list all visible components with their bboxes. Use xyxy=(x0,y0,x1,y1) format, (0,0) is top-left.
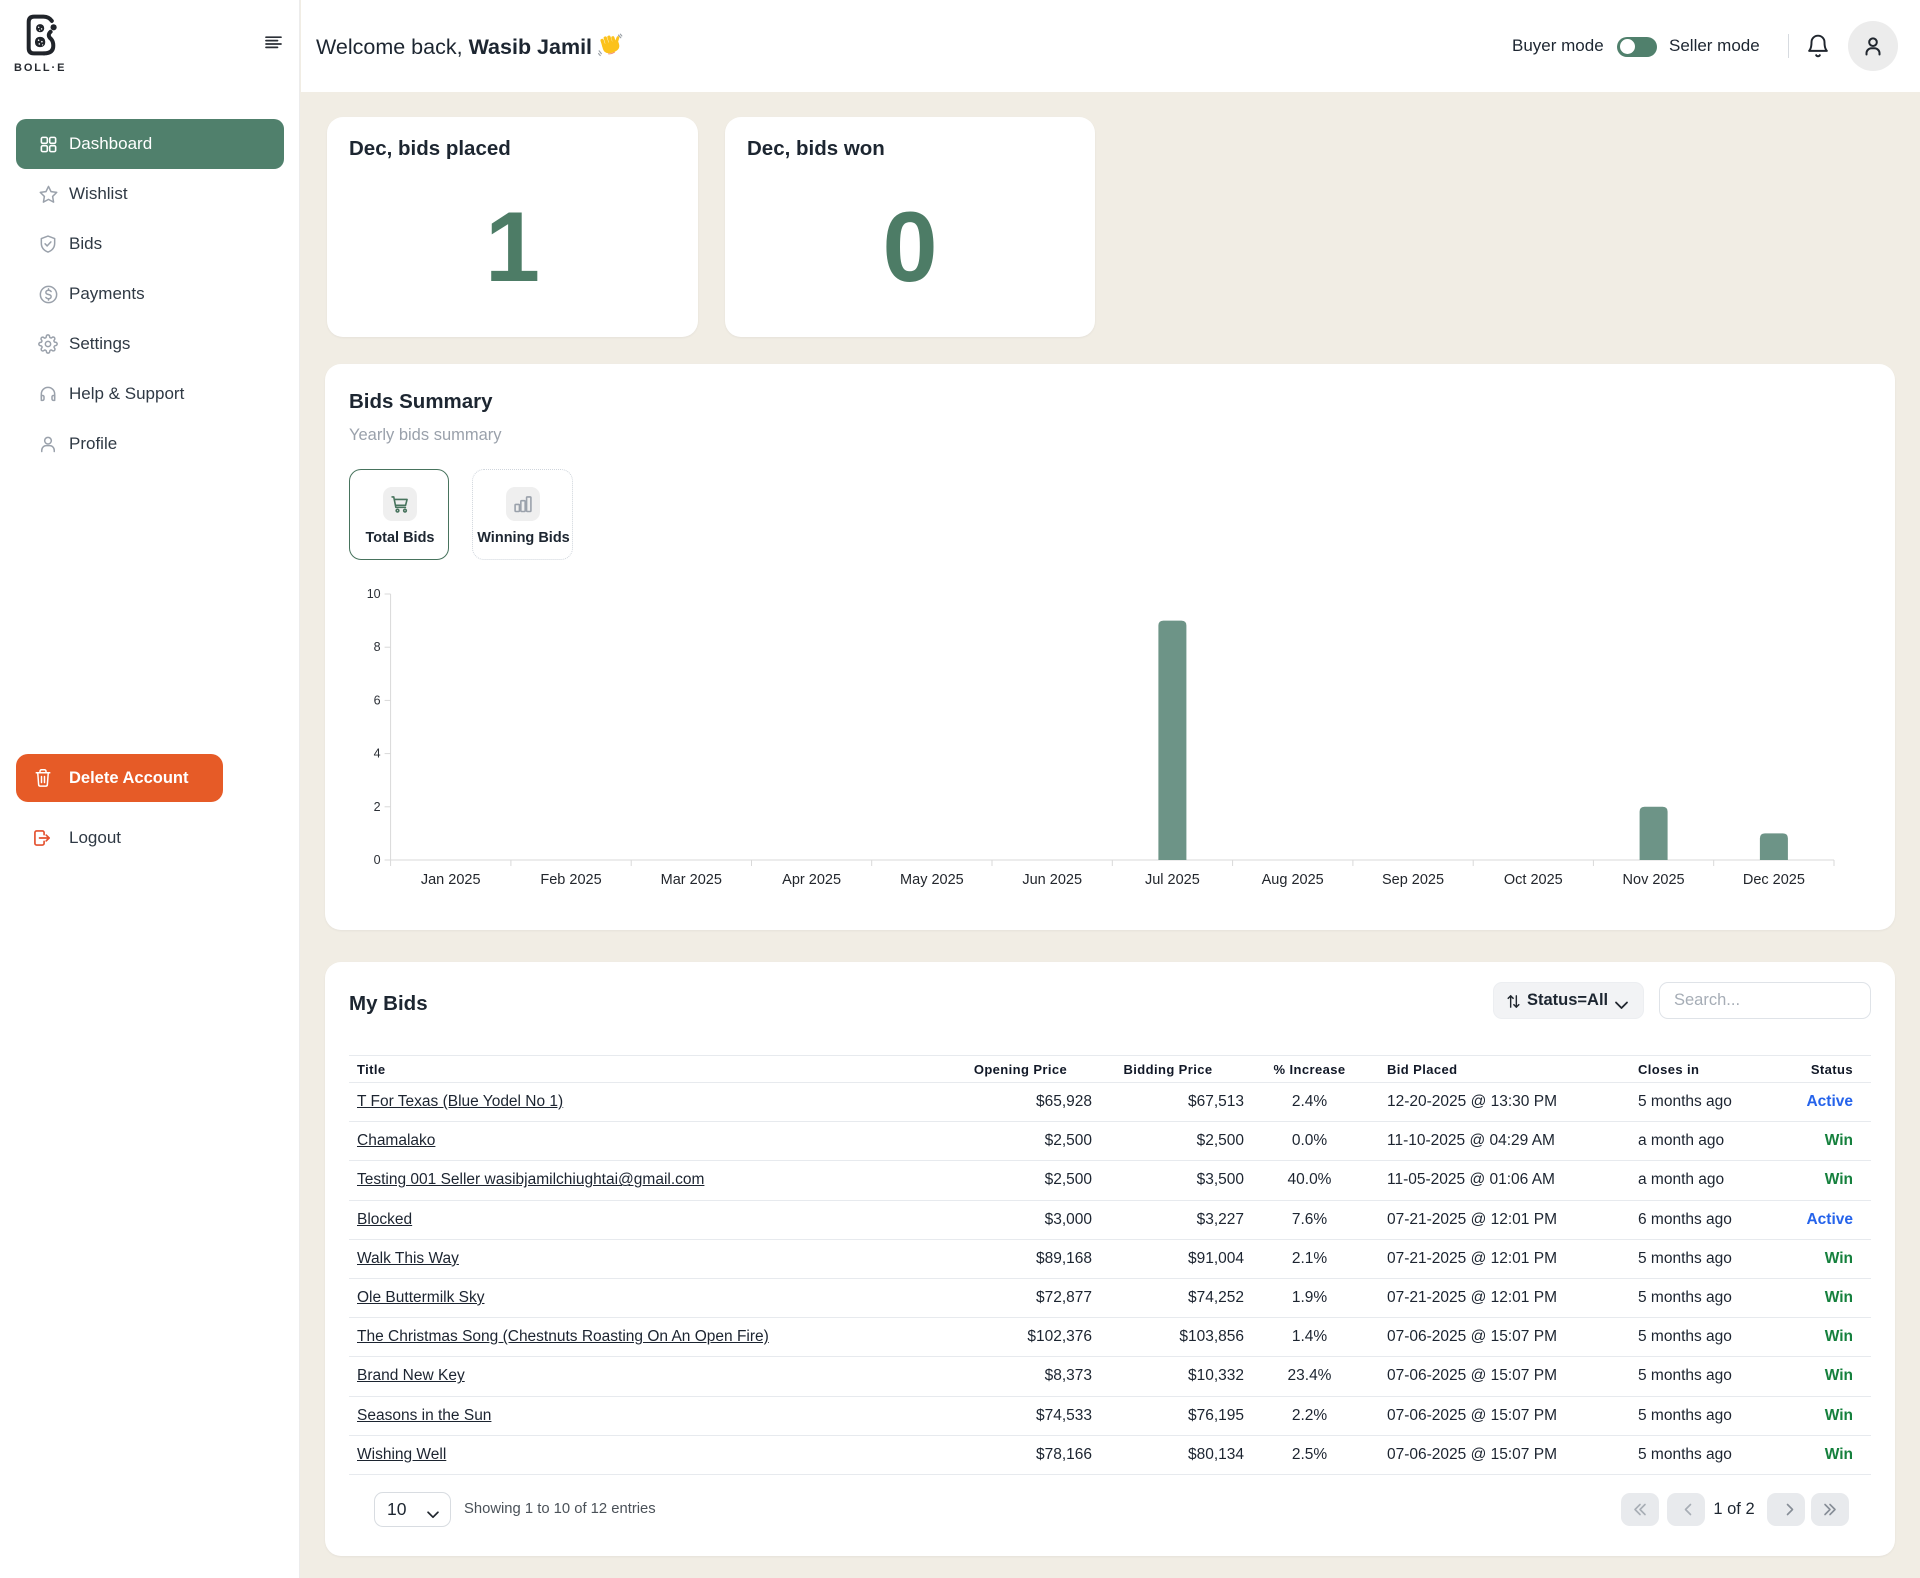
svg-text:Jan 2025: Jan 2025 xyxy=(421,872,481,888)
svg-text:Mar 2025: Mar 2025 xyxy=(661,872,722,888)
svg-text:Sep 2025: Sep 2025 xyxy=(1382,872,1444,888)
svg-text:Feb 2025: Feb 2025 xyxy=(540,872,601,888)
svg-text:Oct 2025: Oct 2025 xyxy=(1504,872,1563,888)
svg-text:2: 2 xyxy=(374,800,381,814)
svg-text:May 2025: May 2025 xyxy=(900,872,964,888)
svg-text:Jul 2025: Jul 2025 xyxy=(1145,872,1200,888)
svg-text:Dec 2025: Dec 2025 xyxy=(1743,872,1805,888)
svg-text:10: 10 xyxy=(367,587,381,601)
svg-text:Jun 2025: Jun 2025 xyxy=(1022,872,1082,888)
svg-text:4: 4 xyxy=(374,747,381,761)
svg-text:8: 8 xyxy=(374,640,381,654)
svg-text:6: 6 xyxy=(374,693,381,707)
svg-text:Apr 2025: Apr 2025 xyxy=(782,872,841,888)
svg-text:Aug 2025: Aug 2025 xyxy=(1262,872,1324,888)
svg-text:Nov 2025: Nov 2025 xyxy=(1623,872,1685,888)
svg-text:0: 0 xyxy=(374,853,381,867)
